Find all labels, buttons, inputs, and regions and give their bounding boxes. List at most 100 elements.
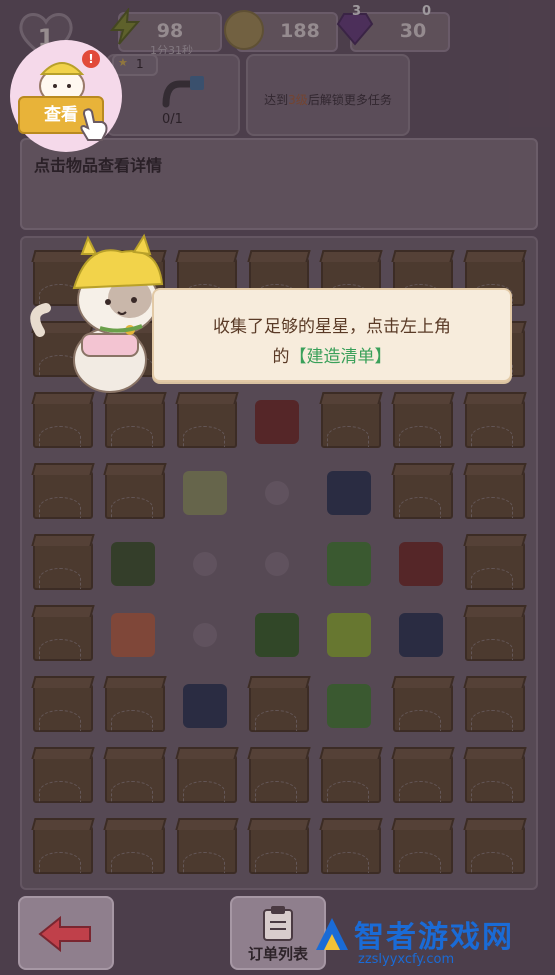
board-cell-meat[interactable]: [387, 530, 453, 596]
board-cell-box[interactable]: [387, 814, 453, 880]
board-cell-cup[interactable]: [171, 459, 237, 525]
board-cell-box[interactable]: [171, 814, 237, 880]
cobweb-icon: [327, 426, 369, 447]
cobweb-icon: [471, 710, 513, 731]
task-card[interactable]: ★ 1 0/1: [106, 54, 240, 136]
cobweb-icon: [111, 852, 153, 873]
cobweb-icon: [111, 781, 153, 802]
item-info-hint: 点击物品查看详情: [34, 156, 163, 175]
board-cell-box[interactable]: [27, 459, 93, 525]
board-cell-backpack[interactable]: [171, 672, 237, 738]
board-cell-box[interactable]: [99, 743, 165, 809]
task-star-tag: ★ 1: [112, 54, 158, 76]
board-cell-screwdriver[interactable]: [243, 601, 309, 667]
locked-post: 后解锁更多任务: [307, 93, 392, 107]
site-watermark: 智者游戏网 zzslyyxcfy.com: [316, 912, 555, 974]
board-cell-wrench[interactable]: [315, 672, 381, 738]
board-cell-box[interactable]: [387, 388, 453, 454]
board-cell-box[interactable]: [459, 530, 525, 596]
cobweb-icon: [39, 426, 81, 447]
board-cell-box[interactable]: [243, 814, 309, 880]
board-cell-empty[interactable]: [171, 601, 237, 667]
cobweb-icon: [111, 710, 153, 731]
board-cell-empty[interactable]: [243, 530, 309, 596]
meat-icon: [255, 400, 299, 444]
gem-value: 30: [399, 20, 427, 42]
task-star-count: 1: [136, 57, 144, 71]
locked-task-text: 达到3级后解锁更多任务: [248, 91, 408, 108]
screwdriver-icon: [255, 613, 299, 657]
board-cell-box[interactable]: [243, 672, 309, 738]
cobweb-icon: [471, 781, 513, 802]
board-cell-box[interactable]: [99, 672, 165, 738]
board-cell-box[interactable]: [459, 743, 525, 809]
cobweb-icon: [399, 710, 441, 731]
board-cell-box[interactable]: [27, 672, 93, 738]
board-cell-toolbox[interactable]: [315, 601, 381, 667]
dialog-build-list-link: 【建造清单】: [289, 347, 392, 367]
board-cell-box[interactable]: [315, 388, 381, 454]
board-cell-box[interactable]: [27, 743, 93, 809]
board-cell-empty[interactable]: [243, 459, 309, 525]
tutorial-dialog[interactable]: 收集了足够的星星，点击左上角 的【建造清单】: [152, 288, 512, 382]
cobweb-icon: [327, 852, 369, 873]
gem-small-count-right: 0: [422, 4, 432, 19]
cobweb-icon: [183, 852, 225, 873]
cobweb-icon: [183, 426, 225, 447]
locked-pre: 达到: [264, 93, 289, 107]
wrench-icon: [327, 684, 371, 728]
hose-icon: [162, 76, 204, 108]
board-cell-box[interactable]: [387, 743, 453, 809]
board-cell-box[interactable]: [459, 672, 525, 738]
backpack-icon: [327, 471, 371, 515]
star-icon: ★: [118, 56, 128, 69]
back-button[interactable]: [18, 896, 114, 970]
cup-icon: [183, 471, 227, 515]
board-cell-box[interactable]: [27, 530, 93, 596]
board-cell-box[interactable]: [171, 388, 237, 454]
board-cell-wrench[interactable]: [315, 530, 381, 596]
cobweb-icon: [255, 852, 297, 873]
dialog-line-1: 收集了足够的星星，点击左上角: [213, 317, 451, 337]
board-cell-backpack[interactable]: [315, 459, 381, 525]
cobweb-icon: [471, 639, 513, 660]
board-cell-meat[interactable]: [243, 388, 309, 454]
locked-task-panel: 达到3级后解锁更多任务: [246, 54, 410, 136]
cobweb-icon: [39, 781, 81, 802]
dialog-line-2-prefix: 的: [272, 347, 290, 367]
dialog-line-2: 的【建造清单】: [154, 342, 510, 367]
cobweb-icon: [399, 781, 441, 802]
board-cell-box[interactable]: [99, 459, 165, 525]
backpack-icon: [183, 684, 227, 728]
backpack-icon: [399, 613, 443, 657]
board-cell-empty[interactable]: [171, 530, 237, 596]
board-cell-box[interactable]: [315, 814, 381, 880]
board-cell-box[interactable]: [387, 672, 453, 738]
board-cell-box[interactable]: [27, 814, 93, 880]
board-cell-box[interactable]: [459, 459, 525, 525]
board-cell-box[interactable]: [243, 743, 309, 809]
pointer-hand-icon: [80, 108, 108, 141]
alert-badge: !: [82, 50, 100, 68]
board-cell-cake[interactable]: [99, 601, 165, 667]
cobweb-icon: [255, 781, 297, 802]
cobweb-icon: [39, 568, 81, 589]
cobweb-icon: [399, 497, 441, 518]
cobweb-icon: [399, 852, 441, 873]
board-cell-knife[interactable]: [99, 530, 165, 596]
paw-print-icon: [265, 481, 289, 505]
board-cell-box[interactable]: [99, 814, 165, 880]
board-cell-box[interactable]: [459, 388, 525, 454]
cobweb-icon: [111, 497, 153, 518]
cobweb-icon: [111, 426, 153, 447]
board-cell-box[interactable]: [27, 601, 93, 667]
watermark-url: zzslyyxcfy.com: [358, 952, 455, 967]
board-cell-box[interactable]: [459, 814, 525, 880]
board-cell-backpack[interactable]: [387, 601, 453, 667]
cake-icon: [111, 613, 155, 657]
cobweb-icon: [39, 639, 81, 660]
board-cell-box[interactable]: [459, 601, 525, 667]
board-cell-box[interactable]: [315, 743, 381, 809]
board-cell-box[interactable]: [387, 459, 453, 525]
board-cell-box[interactable]: [171, 743, 237, 809]
